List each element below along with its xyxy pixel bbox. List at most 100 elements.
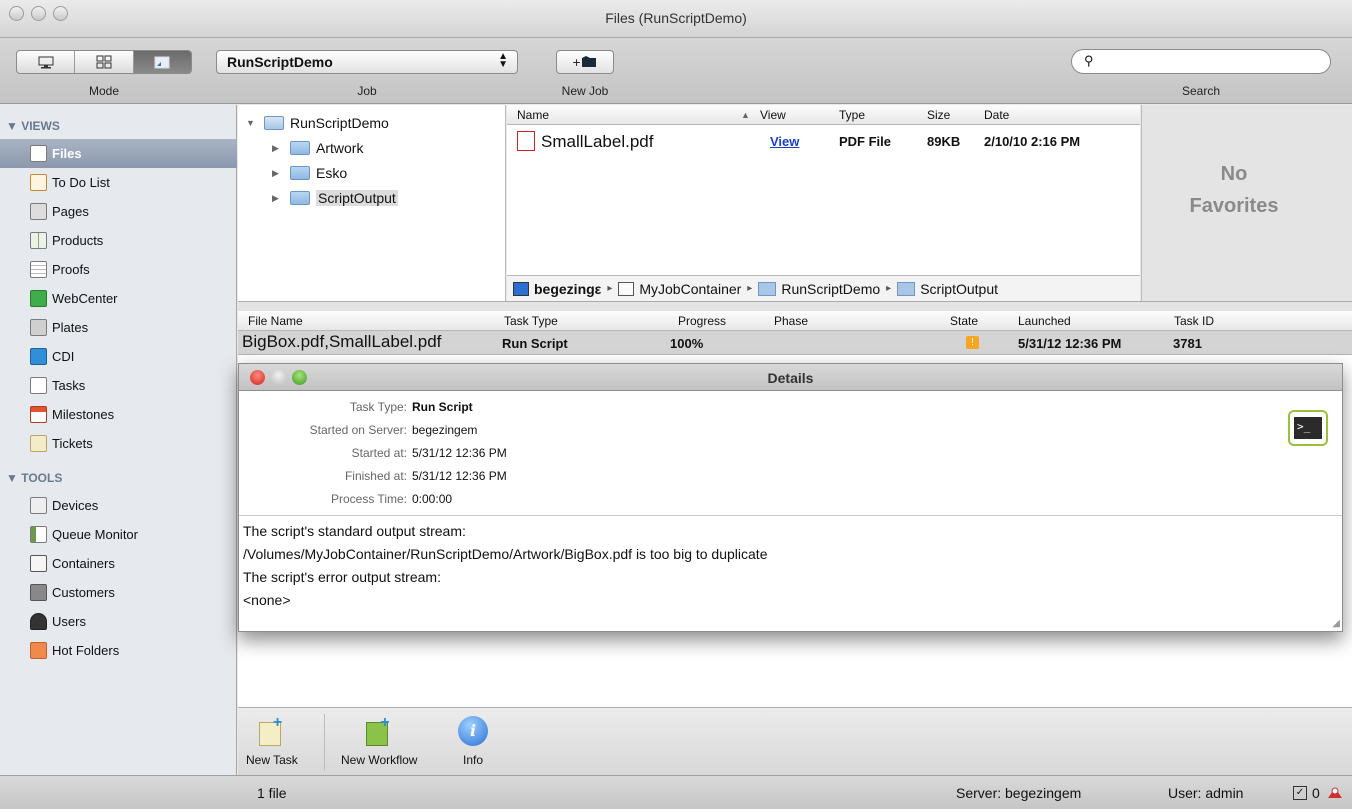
new-task-button[interactable]: + New Task <box>246 714 298 767</box>
field-label: Started at: <box>351 446 407 460</box>
mode-grid-button[interactable] <box>75 51 134 73</box>
sidebar-item-tasks[interactable]: Tasks <box>0 371 237 400</box>
tools-header[interactable]: ▼ TOOLS <box>6 471 62 485</box>
col-type[interactable]: Type <box>839 108 865 122</box>
path-segment[interactable]: MyJobContainer <box>639 281 741 297</box>
task-file-name: BigBox.pdf,SmallLabel.pdf <box>242 332 442 351</box>
job-folder-icon <box>264 116 284 130</box>
search-input[interactable] <box>1102 53 1322 68</box>
view-link[interactable]: View <box>770 134 799 149</box>
new-job-button[interactable]: + <box>556 50 614 74</box>
sidebar-item-label: WebCenter <box>52 291 118 306</box>
views-header[interactable]: ▼ VIEWS <box>6 119 60 133</box>
col-name[interactable]: Name <box>517 108 549 122</box>
output-line: The script's standard output stream: <box>243 523 466 539</box>
tasks-icon <box>30 377 47 394</box>
tree-item-scriptoutput[interactable]: ▶ ScriptOutput <box>272 187 398 209</box>
terminal-button[interactable]: >_ <box>1288 410 1328 446</box>
file-name[interactable]: SmallLabel.pdf <box>541 132 653 152</box>
new-task-icon: + <box>257 714 287 748</box>
computer-icon <box>38 56 54 68</box>
col-task-type[interactable]: Task Type <box>504 314 558 328</box>
col-view[interactable]: View <box>760 108 786 122</box>
sidebar-item-label: Tickets <box>52 436 93 451</box>
info-button[interactable]: i Info <box>458 714 488 767</box>
path-arrow-icon: ▸ <box>886 283 892 294</box>
sidebar-item-label: Hot Folders <box>52 643 120 658</box>
col-date[interactable]: Date <box>984 108 1009 122</box>
mode-segmented-control[interactable] <box>16 50 192 74</box>
col-launched[interactable]: Launched <box>1018 314 1071 328</box>
new-job-icon: + <box>572 56 596 68</box>
alert-icon[interactable] <box>1326 785 1344 799</box>
sidebar-item-tickets[interactable]: Tickets <box>0 429 237 458</box>
sidebar-item-hot-folders[interactable]: Hot Folders <box>0 636 237 665</box>
mode-computer-button[interactable] <box>17 51 76 73</box>
details-title-bar[interactable]: Details <box>239 364 1342 391</box>
sidebar-item-proofs[interactable]: Proofs <box>0 255 237 284</box>
new-workflow-button[interactable]: + New Workflow <box>341 714 417 767</box>
finished-at-value: 5/31/12 12:36 PM <box>412 469 507 483</box>
script-output[interactable]: The script's standard output stream: /Vo… <box>239 515 1342 632</box>
job-dropdown[interactable]: RunScriptDemo ▲ ▼ <box>216 50 518 74</box>
new-workflow-label: New Workflow <box>341 753 418 767</box>
plates-icon <box>30 319 47 336</box>
sidebar-item-pages[interactable]: Pages <box>0 197 237 226</box>
sidebar-item-webcenter[interactable]: WebCenter <box>0 284 237 313</box>
folder-icon <box>290 166 310 180</box>
sidebar-item-todo[interactable]: To Do List <box>0 168 237 197</box>
sidebar-item-containers[interactable]: Containers <box>0 549 237 578</box>
sidebar-item-devices[interactable]: Devices <box>0 491 237 520</box>
path-segment[interactable]: begezingε <box>534 281 601 297</box>
sidebar-item-label: Proofs <box>52 262 90 277</box>
new-workflow-icon: + <box>364 714 394 748</box>
sidebar-item-queue-monitor[interactable]: Queue Monitor <box>0 520 237 549</box>
sidebar-item-files[interactable]: Files <box>0 139 237 168</box>
tree-item-label: ScriptOutput <box>316 190 398 206</box>
col-progress[interactable]: Progress <box>678 314 726 328</box>
favorites-panel: No Favorites <box>1141 105 1352 301</box>
no-favorites-text: Favorites <box>1189 195 1279 217</box>
job-label: Job <box>357 84 377 98</box>
started-at-value: 5/31/12 12:36 PM <box>412 446 507 460</box>
todo-icon[interactable]: ✓ <box>1293 786 1307 800</box>
path-arrow-icon: ▸ <box>747 283 753 294</box>
job-dropdown-value: RunScriptDemo <box>227 54 333 70</box>
splitter-handle[interactable] <box>238 301 1352 311</box>
path-segment[interactable]: RunScriptDemo <box>781 281 880 297</box>
sidebar-item-customers[interactable]: Customers <box>0 578 237 607</box>
resize-grip-icon[interactable]: ◢ <box>1332 618 1340 629</box>
mode-job-button[interactable] <box>133 51 191 73</box>
tree-item-root[interactable]: ▼ RunScriptDemo <box>246 112 389 134</box>
disclosure-triangle-icon: ▼ <box>6 119 22 133</box>
task-type-value: Run Script <box>412 400 473 414</box>
table-row[interactable]: BigBox.pdf,SmallLabel.pdf Run Script 100… <box>238 331 1352 355</box>
sidebar-item-milestones[interactable]: Milestones <box>0 400 237 429</box>
search-field[interactable]: ⚲ <box>1071 49 1331 74</box>
folder-icon <box>290 191 310 205</box>
sidebar-item-users[interactable]: Users <box>0 607 237 636</box>
mode-label: Mode <box>88 84 120 98</box>
calendar-icon <box>30 406 47 423</box>
tree-item-artwork[interactable]: ▶ Artwork <box>272 137 363 159</box>
col-file-name[interactable]: File Name <box>248 314 303 328</box>
tree-item-label: RunScriptDemo <box>290 115 389 131</box>
tree-item-label: Esko <box>316 165 348 181</box>
toolbar: Mode RunScriptDemo ▲ ▼ Job + New Job ⚲ Se… <box>0 38 1352 104</box>
path-segment[interactable]: ScriptOutput <box>920 281 998 297</box>
col-task-id[interactable]: Task ID <box>1174 314 1214 328</box>
file-icon <box>30 145 47 162</box>
tree-item-esko[interactable]: ▶ Esko <box>272 162 347 184</box>
col-state[interactable]: State <box>950 314 978 328</box>
todo-icon <box>30 174 47 191</box>
col-phase[interactable]: Phase <box>774 314 808 328</box>
sidebar-item-cdi[interactable]: CDI <box>0 342 237 371</box>
sidebar-item-label: Users <box>52 614 86 629</box>
sidebar-item-plates[interactable]: Plates <box>0 313 237 342</box>
status-bar: 1 file Server: begezingem User: admin ✓ … <box>0 775 1352 809</box>
col-size[interactable]: Size <box>927 108 950 122</box>
sidebar-item-label: Files <box>52 146 82 161</box>
sidebar-item-products[interactable]: Products <box>0 226 237 255</box>
disclosure-closed-icon: ▶ <box>272 192 279 203</box>
sidebar-item-label: Devices <box>52 498 99 513</box>
